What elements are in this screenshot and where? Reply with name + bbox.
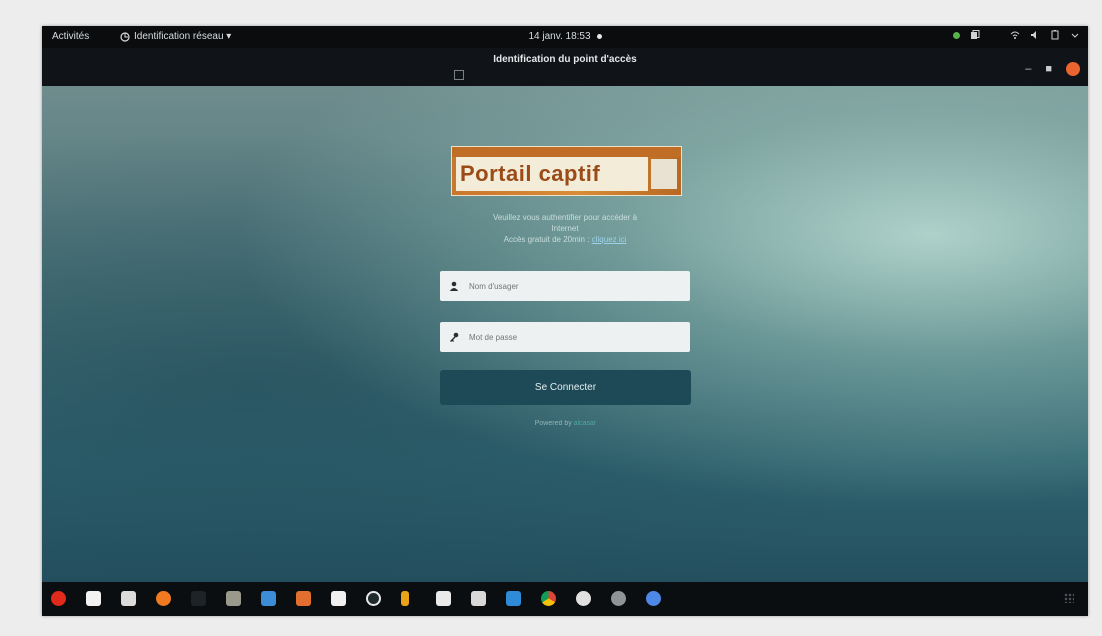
password-field[interactable] <box>440 322 690 352</box>
files-icon[interactable] <box>86 591 101 606</box>
close-button[interactable] <box>1066 62 1080 76</box>
intro-line-3: Accès gratuit de 20min : cliquez ici <box>422 234 708 245</box>
opera-icon[interactable] <box>51 591 66 606</box>
minimize-icon[interactable]: – <box>1025 63 1031 75</box>
logo-band <box>452 147 681 157</box>
window-controls: – ■ <box>1025 62 1080 76</box>
window-titlebar: Identification du point d'accès – ■ <box>42 48 1088 86</box>
disk-icon[interactable] <box>611 591 626 606</box>
captive-portal-page: Portail captif Veuillez vous authentifie… <box>42 86 1088 582</box>
maximize-icon[interactable]: ■ <box>1045 63 1052 75</box>
free-access-link[interactable]: cliquez ici <box>592 235 627 244</box>
notification-dot <box>596 33 602 39</box>
document-icon[interactable] <box>331 591 346 606</box>
window-icon <box>454 70 464 80</box>
calendar-icon[interactable] <box>261 591 276 606</box>
password-input[interactable] <box>467 331 671 343</box>
status-indicator-icon[interactable] <box>953 31 960 39</box>
wifi-icon[interactable] <box>1010 30 1020 40</box>
steam-icon[interactable] <box>576 591 591 606</box>
clock-label: 14 janv. 18:53 <box>528 31 591 42</box>
username-field[interactable] <box>440 271 690 301</box>
clipboard-icon[interactable] <box>970 30 980 40</box>
desktop-screen: Activités Identification réseau ▾ 14 jan… <box>42 26 1088 616</box>
notes-icon[interactable] <box>436 591 451 606</box>
store-icon[interactable] <box>296 591 311 606</box>
text-editor-icon[interactable] <box>121 591 136 606</box>
logo-text: Portail captif <box>460 161 601 186</box>
whatsapp-icon[interactable] <box>366 591 381 606</box>
portal-logo: Portail captif <box>451 146 682 196</box>
chromium-icon[interactable] <box>646 591 661 606</box>
top-bar: Activités Identification réseau ▾ 14 jan… <box>42 26 1088 48</box>
settings-icon[interactable] <box>226 591 241 606</box>
key-icon <box>450 332 459 342</box>
powered-by-footer: Powered by alcasar <box>440 420 691 427</box>
chevron-down-icon[interactable] <box>1070 30 1080 40</box>
terminal-icon[interactable] <box>191 591 206 606</box>
system-tray <box>953 30 1080 40</box>
chrome-icon[interactable] <box>541 591 556 606</box>
thunder-icon[interactable] <box>401 591 409 606</box>
powered-by-text: Powered by <box>534 420 572 427</box>
intro-line-2: Internet <box>551 224 579 233</box>
mail-icon[interactable] <box>471 591 486 606</box>
connect-button[interactable]: Se Connecter <box>440 370 691 405</box>
powered-by-link[interactable]: alcasar <box>574 420 597 427</box>
battery-icon[interactable] <box>1050 30 1060 40</box>
show-applications-icon[interactable] <box>1064 593 1074 603</box>
window-title: Identification du point d'accès <box>493 54 637 65</box>
dock <box>42 582 1088 616</box>
intro-line-1: Veuillez vous authentifier pour accéder … <box>492 213 638 222</box>
vscode-icon[interactable] <box>506 591 521 606</box>
clock[interactable]: 14 janv. 18:53 <box>42 31 1088 42</box>
intro-text: Veuillez vous authentifier pour accéder … <box>422 212 708 245</box>
username-input[interactable] <box>467 280 671 292</box>
logo-corner-graphic <box>651 159 677 189</box>
firefox-icon[interactable] <box>156 591 171 606</box>
user-icon <box>449 281 459 291</box>
volume-icon[interactable] <box>1030 30 1040 40</box>
intro-line-3-text: Accès gratuit de 20min : <box>503 235 590 244</box>
